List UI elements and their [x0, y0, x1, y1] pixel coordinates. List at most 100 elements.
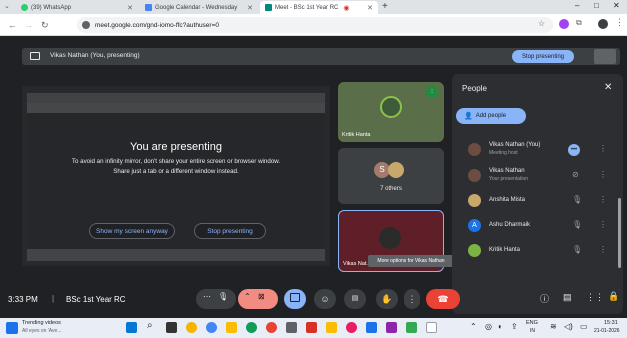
reload-icon[interactable]: ↻ [41, 19, 49, 31]
emoji-button[interactable]: ☺ [314, 289, 336, 309]
app-icon[interactable] [386, 322, 397, 333]
self-view-thumbnail[interactable] [594, 49, 616, 64]
mic-off-icon[interactable]: 🎙 [572, 220, 582, 229]
more-options-button[interactable]: ⋮ [404, 289, 420, 309]
app-icon[interactable] [426, 322, 437, 333]
tray-icon[interactable]: ⇪ [511, 322, 518, 331]
chevron-up-icon[interactable]: ⌃ [244, 292, 251, 301]
app-icon[interactable] [266, 322, 277, 333]
avatar [379, 227, 401, 249]
new-tab-button[interactable]: + [382, 1, 388, 12]
tab-meet[interactable]: Meet - BSc 1st Year RC ◉ ✕ [260, 1, 378, 14]
list-item[interactable]: A Ashu Dharmaik 🎙 ⋮ [462, 216, 617, 236]
captions-button[interactable]: ▤ [344, 289, 366, 309]
more-options-icon[interactable]: ⋮ [599, 245, 607, 254]
close-icon[interactable]: ✕ [127, 4, 133, 12]
list-item[interactable]: Anshita Mista 🎙 ⋮ [462, 191, 617, 211]
edge-icon[interactable] [246, 322, 257, 333]
more-options-icon[interactable]: ⋮ [599, 195, 607, 204]
people-panel: People ✕ 👤 Add people Vikas Nathan (You)… [452, 74, 623, 314]
chrome-icon[interactable] [206, 322, 217, 333]
bookmark-star-icon[interactable]: ☆ [538, 19, 545, 28]
mic-group[interactable] [196, 289, 236, 309]
file-explorer-icon[interactable] [226, 322, 237, 333]
extensions-puzzle-icon[interactable]: ⧉ [576, 18, 582, 28]
app-icon[interactable] [286, 322, 297, 333]
minimize-button[interactable]: – [575, 1, 579, 10]
app-icon[interactable] [326, 322, 337, 333]
more-options-icon[interactable]: ⋮ [599, 170, 607, 179]
site-info-icon[interactable] [82, 21, 90, 29]
host-controls-icon[interactable]: 🔒 [608, 291, 619, 302]
extension-icon[interactable] [559, 19, 569, 29]
battery-icon[interactable]: ▭ [580, 322, 588, 331]
close-window-button[interactable]: ✕ [613, 1, 620, 10]
show-screen-anyway-button[interactable]: Show my screen anyway [89, 223, 175, 239]
scrollbar[interactable] [618, 198, 621, 268]
chat-icon[interactable]: ▤ [563, 292, 572, 303]
windows-taskbar: Trending videos All eyes on 'Ave... ⌕ ⌃ … [0, 318, 627, 338]
avatar [468, 194, 481, 207]
app-icon[interactable] [186, 322, 197, 333]
avatar [380, 96, 402, 118]
forward-icon[interactable]: → [24, 19, 33, 31]
separator: | [52, 294, 55, 303]
close-icon[interactable]: ✕ [367, 4, 373, 12]
windows-start-icon[interactable] [126, 322, 137, 333]
avatar [388, 162, 404, 178]
back-icon[interactable]: ← [8, 19, 17, 31]
tab-whatsapp[interactable]: (39) WhatsApp ✕ [16, 1, 138, 14]
present-screen-icon [30, 52, 40, 60]
camera-off-icon[interactable]: ⊠ [258, 292, 265, 301]
tray-icon[interactable]: ◐ [498, 322, 503, 331]
presenting-banner: Vikas Nathan (You, presenting) Stop pres… [22, 48, 620, 65]
tab-calendar[interactable]: Google Calendar - Wednesday ✕ [140, 1, 258, 14]
presentation-stage: You are presenting To avoid an infinity … [22, 86, 330, 266]
others-tile[interactable]: S 7 others [338, 148, 444, 204]
wifi-icon[interactable]: ≋ [550, 322, 557, 331]
whatsapp-icon [21, 4, 28, 11]
participant-tile-kritik[interactable]: ⫶ Kritik Hanta [338, 82, 444, 142]
search-icon[interactable]: ⌕ [147, 320, 153, 331]
list-item[interactable]: Vikas Nathan Your presentation ⊘ ⋮ [462, 166, 617, 186]
news-title[interactable]: Trending videos [22, 320, 61, 326]
more-audio-icon[interactable]: ⋯ [203, 292, 211, 301]
more-options-icon[interactable]: ⋮ [599, 220, 607, 229]
list-item[interactable]: Kritik Hanta 🎙 ⋮ [462, 241, 617, 261]
leave-call-button[interactable]: ☎ [426, 289, 460, 309]
presentation-off-icon[interactable]: ⊘ [572, 170, 579, 179]
menu-kebab-icon[interactable]: ⋮ [615, 17, 624, 28]
app-icon[interactable] [306, 322, 317, 333]
add-people-button[interactable]: 👤 Add people [456, 108, 526, 124]
tab-search-icon[interactable]: ⌄ [4, 2, 10, 10]
clock-time[interactable]: 15:31 [604, 320, 618, 326]
microphone-icon[interactable]: 🎙 [218, 292, 228, 301]
participant-name: Vikas Nat... [343, 261, 372, 267]
task-view-icon[interactable] [166, 322, 177, 333]
news-widget-icon[interactable] [6, 322, 18, 334]
maximize-button[interactable]: □ [594, 1, 599, 10]
more-options-icon[interactable]: ⋮ [599, 144, 607, 153]
address-bar[interactable]: meet.google.com/gnd-iomo-ffc?authuser=0 … [77, 17, 553, 33]
raise-hand-button[interactable]: ✋ [376, 289, 398, 309]
close-icon[interactable]: ✕ [604, 82, 612, 93]
app-icon[interactable] [406, 322, 417, 333]
recording-dot-icon: ◉ [343, 4, 350, 12]
close-icon[interactable]: ✕ [247, 4, 253, 12]
tray-chevron-icon[interactable]: ⌃ [470, 322, 477, 331]
tray-icon[interactable]: ◎ [485, 322, 492, 331]
profile-avatar[interactable] [598, 19, 608, 29]
stop-presenting-button[interactable]: Stop presenting [512, 50, 574, 63]
info-icon[interactable]: ⓘ [540, 292, 549, 305]
language-label[interactable]: ENG [526, 320, 538, 326]
app-icon[interactable] [366, 322, 377, 333]
stop-presenting-overlay-button[interactable]: Stop presenting [194, 223, 266, 239]
app-icon[interactable] [346, 322, 357, 333]
people-title: People [462, 84, 487, 93]
mic-off-icon[interactable]: 🎙 [572, 245, 582, 254]
list-item[interactable]: Vikas Nathan (You) Meeting host ••• ⋮ [462, 140, 617, 160]
member-role: Your presentation [489, 176, 529, 182]
activities-icon[interactable]: ⋮⋮ [586, 292, 604, 303]
mic-off-icon[interactable]: 🎙 [572, 195, 582, 204]
volume-icon[interactable]: ◁) [564, 322, 573, 331]
